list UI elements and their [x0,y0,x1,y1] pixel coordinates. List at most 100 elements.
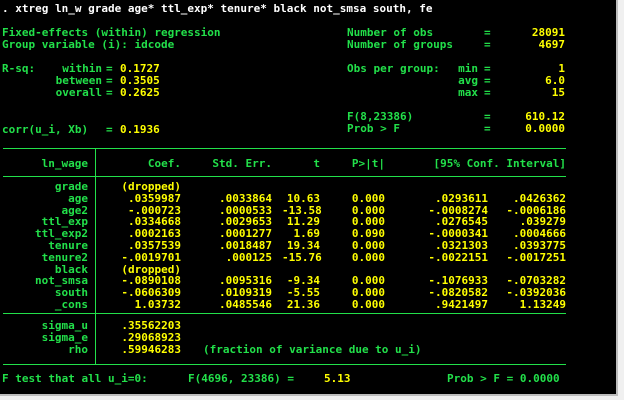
f-equals: = [484,110,491,123]
rsq-overall-value: 0.2625 [120,86,160,99]
obs-min-label: min [458,62,478,75]
cell-se: .0018487 [219,239,272,252]
obs-max-value: 15 [551,86,565,99]
f-test-label: F test that all u_i=0: [2,372,148,385]
cell-ci-lower: -.0022151 [428,250,488,264]
cell-p: 0.000 [351,239,385,252]
prob-equals: = [484,122,491,135]
cell-ci-lower: .9421497 [435,298,488,311]
cell-coef: (dropped) [121,262,181,276]
col-header-se: Std. Err. [212,157,272,170]
group-variable-label: Group variable (i): idcode [2,38,175,51]
rsq-within-label: within [62,62,102,75]
obs-max-equals: = [484,86,491,99]
table-top-rule [3,148,566,149]
cell-var: ttl_exp [41,215,88,229]
obs-min-value: 1 [558,62,565,75]
cell-ci-upper: -.0703282 [506,274,566,288]
cell-t: 21.36 [286,298,320,311]
column-divider [95,148,96,364]
cell-ci-upper: .0426362 [513,191,566,205]
rsq-within-equals: = [106,62,113,75]
f-test-stat-label: F(4696, 23386) = [188,372,294,385]
table-bottom-rule [3,364,566,365]
cell-t: 19.34 [286,239,320,252]
cell-se: .0000533 [219,203,272,217]
cell-ci-lower: .0293611 [435,191,488,205]
cell-ci-lower: -.0000341 [428,227,488,241]
stata-results-window: . xtreg ln_w grade age* ttl_exp* tenure*… [0,0,618,396]
rsq-label: R-sq: [2,62,36,75]
cell-var: _cons [54,298,88,311]
cell-t: -5.55 [286,286,320,300]
cell-coef: .0002163 [128,227,181,241]
rsq-between-value: 0.3505 [120,74,160,87]
cell-ci-upper: 1.13249 [519,298,566,311]
corr-label: corr(u_i, Xb) [2,123,89,136]
cell-ci-lower: -.0008274 [428,203,488,217]
obs-min-equals: = [484,62,491,75]
cell-var: ttl_exp2 [35,227,88,241]
obs-avg-label: avg [458,74,478,87]
cell-ci-upper: -.0006186 [506,203,566,217]
sigma-value: .59946283 [121,342,181,356]
obs-per-group-label: Obs per group: [347,62,440,75]
cell-var: age [68,191,88,205]
cell-p: 0.000 [351,250,385,264]
cell-p: 0.000 [351,286,385,300]
rsq-overall-label: overall [55,86,102,99]
corr-equals: = [106,123,113,136]
cell-coef: -.000723 [128,203,181,217]
cell-var: age2 [61,203,89,217]
cell-ci-upper: -.0392036 [506,286,566,300]
cell-coef: -.0890108 [121,274,181,288]
f-test-prob: Prob > F = 0.0000 [447,372,560,385]
rsq-within-value: 0.1727 [120,62,160,75]
cell-t: -9.34 [286,274,320,288]
sigma-value: .29068923 [121,330,181,344]
model-type-label: Fixed-effects (within) regression [2,26,221,39]
prob-value: 0.0000 [525,122,565,135]
cell-t: -15.76 [282,250,322,264]
cell-var: grade [54,180,88,193]
f-label: F(8,23386) [347,110,414,123]
cell-t: 1.69 [293,227,321,241]
cell-var: tenure2 [41,250,88,264]
col-header-ci: [95% Conf. Interval] [433,157,566,170]
obs-label: Number of obs [347,26,434,39]
cell-coef: (dropped) [121,180,181,193]
rsq-overall-equals: = [106,86,113,99]
cell-ci-upper: -.0017251 [506,250,566,264]
cell-coef: 1.03732 [134,298,181,311]
cell-t: -13.58 [282,203,322,217]
cell-var: tenure [48,239,88,252]
cell-ci-lower: .0276545 [435,215,488,229]
cell-var: south [54,286,88,300]
col-header-var: ln_wage [41,157,88,170]
cell-se: .0029653 [219,215,272,229]
sigma-rule [3,313,566,314]
obs-avg-value: 6.0 [545,74,565,87]
rsq-between-label: between [55,74,102,87]
f-test-stat-value: 5.13 [324,372,351,385]
cell-p: 0.000 [351,274,385,288]
sigma-value: .35562203 [121,319,181,332]
obs-max-label: max [458,86,478,99]
cell-se: .0485546 [219,298,272,311]
cell-coef: .0334668 [128,215,181,229]
rsq-between-equals: = [106,74,113,87]
obs-equals: = [484,26,491,39]
cell-ci-lower: -.1076933 [428,274,488,288]
sigma-var: sigma_e [41,330,88,344]
groups-value: 4697 [538,38,566,51]
groups-equals: = [484,38,491,51]
cell-se: .0001277 [219,227,272,241]
col-header-t: t [313,157,320,170]
cell-t: 10.63 [286,191,320,205]
cell-var: black [54,262,88,276]
cell-t: 11.29 [286,215,320,229]
cell-coef: .0359987 [128,191,181,205]
cell-ci-upper: .0393775 [513,239,566,252]
cell-ci-lower: .0321303 [435,239,488,252]
cell-p: 0.000 [351,203,385,217]
